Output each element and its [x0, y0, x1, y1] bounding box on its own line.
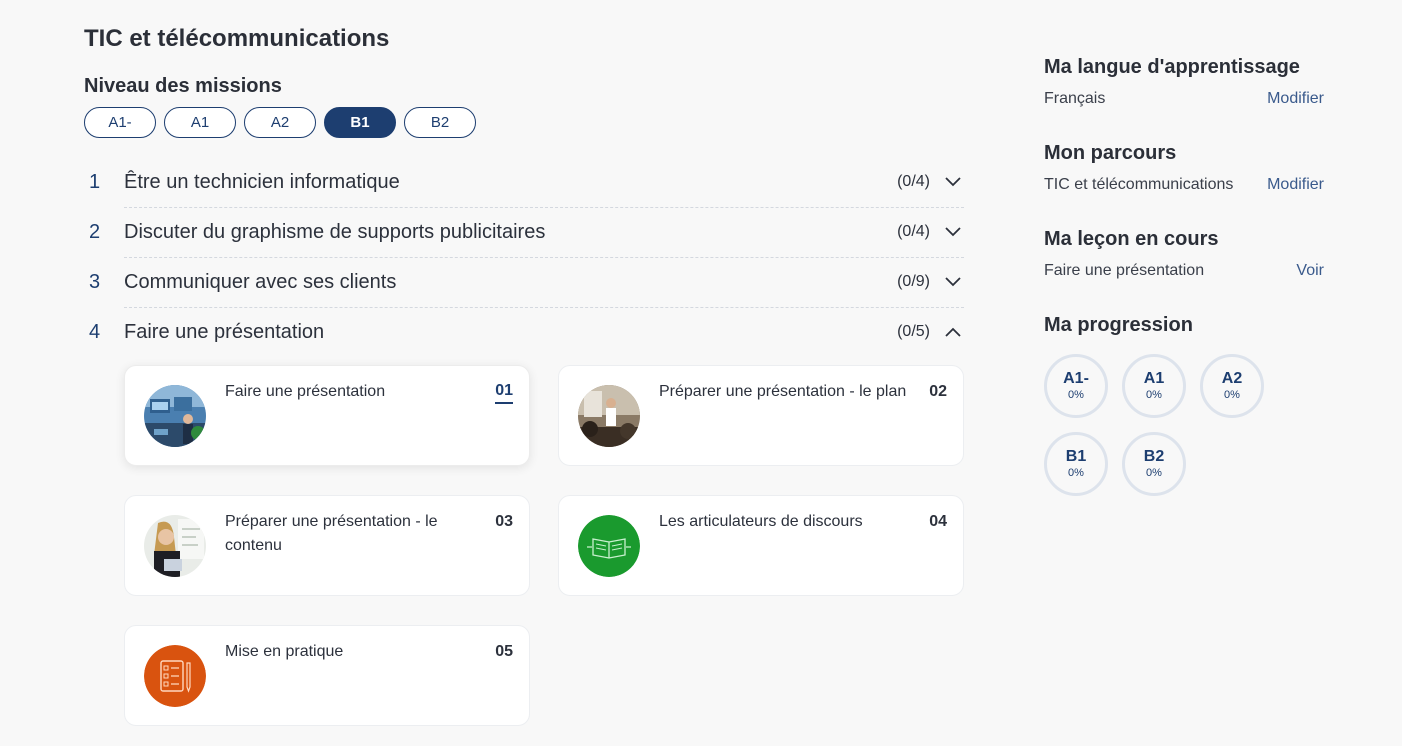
mission-number: 1: [89, 170, 101, 193]
progress-percent: 0%: [1224, 389, 1240, 401]
lesson-card-3[interactable]: Préparer une présentation - le contenu 0…: [124, 495, 530, 596]
progress-level: A1-: [1063, 370, 1089, 387]
progress-percent: 0%: [1146, 467, 1162, 479]
lesson-title: Préparer une présentation - le plan: [659, 383, 907, 400]
chevron-up-icon[interactable]: [944, 323, 962, 341]
lesson-card-4[interactable]: Les articulateurs de discours 04: [558, 495, 964, 596]
mission-count: (0/9): [897, 273, 930, 290]
current-lesson-value: Faire une présentation: [1044, 262, 1205, 279]
path-row: TIC et télécommunications Modifier: [1044, 176, 1324, 194]
level-selector: A1- A1 A2 B1 B2: [84, 107, 476, 138]
checklist-icon: [144, 645, 206, 707]
lesson-title: Les articulateurs de discours: [659, 513, 863, 530]
level-pill-a1minus[interactable]: A1-: [84, 107, 156, 138]
lesson-title: Mise en pratique: [225, 643, 344, 660]
level-pill-b1[interactable]: B1: [324, 107, 396, 138]
progress-level: B2: [1143, 448, 1165, 465]
chevron-down-icon[interactable]: [944, 173, 962, 191]
mission-count: (0/5): [897, 323, 930, 340]
page-title: TIC et télécommunications: [84, 25, 390, 52]
lesson-title: Préparer une présentation - le contenu: [225, 513, 438, 554]
lesson-index: 04: [929, 513, 947, 530]
mission-row-4[interactable]: 4 Faire une présentation (0/5): [84, 307, 964, 357]
lesson-index: 02: [929, 383, 947, 400]
progress-circle-b1[interactable]: B1 0%: [1044, 432, 1108, 496]
progress-level: A2: [1221, 370, 1243, 387]
lesson-index: 03: [495, 513, 513, 530]
mission-label: Communiquer avec ses clients: [124, 270, 397, 293]
language-row: Français Modifier: [1044, 90, 1324, 108]
level-pill-b2[interactable]: B2: [404, 107, 476, 138]
modify-path-link[interactable]: Modifier: [1267, 176, 1324, 194]
mission-count: (0/4): [897, 223, 930, 240]
progress-percent: 0%: [1068, 389, 1084, 401]
mission-count: (0/4): [897, 173, 930, 190]
lesson-index: 05: [495, 643, 513, 660]
level-pill-a1[interactable]: A1: [164, 107, 236, 138]
mission-row-1[interactable]: 1 Être un technicien informatique (0/4): [84, 157, 964, 207]
path-value: TIC et télécommunications: [1044, 176, 1234, 193]
lesson-title: Faire une présentation: [225, 383, 386, 400]
progress-heading: Ma progression: [1044, 314, 1193, 336]
mission-label: Discuter du graphisme de supports public…: [124, 220, 546, 243]
progress-level: B1: [1065, 448, 1087, 465]
progress-circle-b2[interactable]: B2 0%: [1122, 432, 1186, 496]
mission-number: 3: [89, 270, 101, 293]
lesson-index: 01: [495, 380, 513, 404]
current-lesson-heading: Ma leçon en cours: [1044, 228, 1219, 250]
language-heading: Ma langue d'apprentissage: [1044, 56, 1300, 78]
progress-circle-a2[interactable]: A2 0%: [1200, 354, 1264, 418]
progress-circle-a1[interactable]: A1 0%: [1122, 354, 1186, 418]
progress-percent: 0%: [1146, 389, 1162, 401]
speaker-photo-icon: [578, 385, 640, 447]
whiteboard-photo-icon: [144, 515, 206, 577]
mission-label: Être un technicien informatique: [124, 170, 400, 193]
progress-circle-a1minus[interactable]: A1- 0%: [1044, 354, 1108, 418]
mission-row-2[interactable]: 2 Discuter du graphisme de supports publ…: [84, 207, 964, 257]
level-pill-a2[interactable]: A2: [244, 107, 316, 138]
modify-language-link[interactable]: Modifier: [1267, 90, 1324, 108]
mission-number: 2: [89, 220, 101, 243]
levels-heading: Niveau des missions: [84, 75, 282, 97]
progress-level: A1: [1143, 370, 1165, 387]
presentation-photo-icon: [144, 385, 206, 447]
mission-number: 4: [89, 320, 101, 343]
lesson-card-2[interactable]: Préparer une présentation - le plan 02: [558, 365, 964, 466]
mission-row-3[interactable]: 3 Communiquer avec ses clients (0/9): [84, 257, 964, 307]
current-lesson-row: Faire une présentation Voir: [1044, 262, 1324, 280]
language-value: Français: [1044, 90, 1106, 107]
chevron-down-icon[interactable]: [944, 223, 962, 241]
progress-percent: 0%: [1068, 467, 1084, 479]
path-heading: Mon parcours: [1044, 142, 1177, 164]
open-book-icon: [578, 515, 640, 577]
view-lesson-link[interactable]: Voir: [1296, 262, 1324, 280]
lesson-card-5[interactable]: Mise en pratique 05: [124, 625, 530, 726]
lesson-card-1[interactable]: Faire une présentation 01: [124, 365, 530, 466]
mission-label: Faire une présentation: [124, 320, 325, 343]
chevron-down-icon[interactable]: [944, 273, 962, 291]
